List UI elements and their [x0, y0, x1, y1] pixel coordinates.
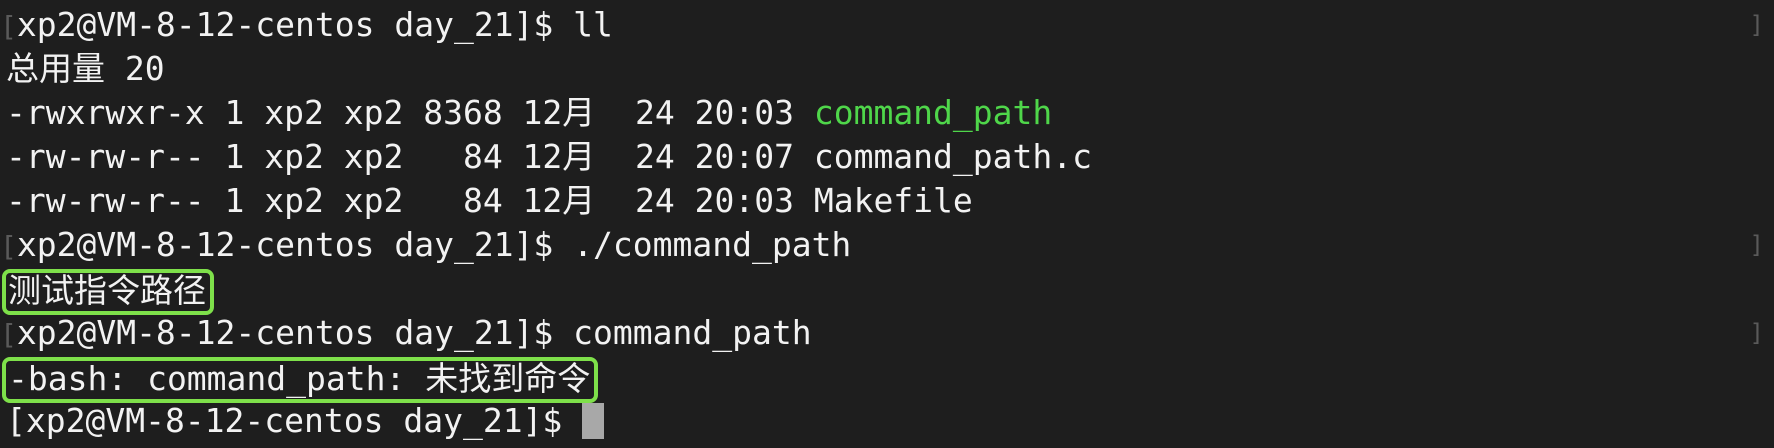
right-bracket-marker: ] [1749, 11, 1764, 39]
terminal-line-prompt-run-local: [xp2@VM-8-12-centos day_21]$ ./command_p… [0, 223, 1774, 267]
terminal-line-error: -bash: command_path: 未找到命令 [2, 355, 1774, 403]
prompt-command-text: xp2@VM-8-12-centos day_21]$ ./command_pa… [16, 225, 852, 264]
terminal-line-output-test: 测试指令路径 [2, 267, 1774, 315]
highlighted-output-box: 测试指令路径 [2, 269, 214, 315]
terminal-line-prompt-run-path: [xp2@VM-8-12-centos day_21]$ command_pat… [0, 311, 1774, 355]
right-bracket-marker: ] [1749, 231, 1764, 259]
terminal-line-file-command-path-c: -rw-rw-r-- 1 xp2 xp2 84 12月 24 20:07 com… [6, 135, 1774, 179]
file-listing-text: -rw-rw-r-- 1 xp2 xp2 84 12月 24 20:03 Mak… [6, 181, 973, 220]
terminal-line-total: 总用量 20 [6, 47, 1774, 91]
prompt-command-text: xp2@VM-8-12-centos day_21]$ ll [16, 5, 613, 44]
terminal-line-file-command-path: -rwxrwxr-x 1 xp2 xp2 8368 12月 24 20:03 c… [6, 91, 1774, 135]
text-cursor[interactable] [582, 402, 605, 439]
file-listing-text: -rwxrwxr-x 1 xp2 xp2 8368 12月 24 20:03 [6, 93, 814, 132]
file-listing-text: -rw-rw-r-- 1 xp2 xp2 84 12月 24 20:07 com… [6, 137, 1092, 176]
right-bracket-marker: ] [1749, 319, 1764, 347]
terminal-line-prompt-ll: [xp2@VM-8-12-centos day_21]$ ll] [0, 3, 1774, 47]
terminal-line-current-prompt[interactable]: [xp2@VM-8-12-centos day_21]$ [6, 399, 1774, 443]
line-bracket: [ [0, 318, 17, 351]
terminal-window[interactable]: [xp2@VM-8-12-centos day_21]$ ll] 总用量 20 … [0, 0, 1774, 448]
line-bracket: [ [0, 10, 17, 43]
executable-filename: command_path [813, 93, 1053, 132]
output-text: 总用量 20 [6, 49, 165, 88]
highlighted-error-box: -bash: command_path: 未找到命令 [2, 357, 599, 403]
line-bracket: [ [0, 230, 17, 263]
terminal-line-file-makefile: -rw-rw-r-- 1 xp2 xp2 84 12月 24 20:03 Mak… [6, 179, 1774, 223]
prompt-command-text: xp2@VM-8-12-centos day_21]$ command_path [16, 313, 812, 352]
prompt-text: [xp2@VM-8-12-centos day_21]$ [6, 401, 563, 440]
